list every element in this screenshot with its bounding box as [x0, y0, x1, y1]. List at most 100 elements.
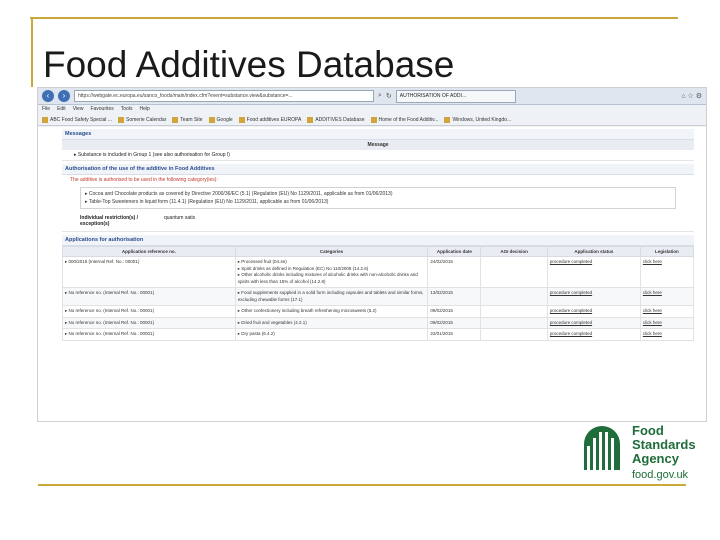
category-item: ▸ Dry pasta (6.4.2): [237, 331, 275, 336]
favourite-link[interactable]: Google: [208, 114, 233, 125]
category-item: ▸ Other confectionery including breath r…: [237, 308, 377, 313]
categories-cell: ▸ Processed fruit (04.4e) ▸ Spirit drink…: [234, 256, 429, 288]
logo-url: food.gov.uk: [632, 469, 689, 481]
search-icon[interactable]: ⌕: [378, 92, 382, 100]
authorisation-title: Authorisation of the use of the additive…: [62, 164, 694, 175]
favourite-icon: [208, 116, 215, 123]
date-cell: 13/02/2015: [427, 287, 482, 306]
wheat-sheaf-icon: [584, 426, 620, 470]
reference-cell: ▸ No reference no. (Internal Ref. No.: 0…: [62, 305, 236, 318]
legislation-link[interactable]: click here: [639, 316, 695, 329]
favourite-icon: [172, 116, 179, 123]
message-row: ▸ Substance is included in Group 1 (see …: [62, 150, 694, 161]
date-cell: 22/01/2015: [427, 328, 482, 341]
legislation-link[interactable]: click here: [639, 305, 695, 318]
slide-top-rule: [30, 17, 678, 19]
legislation-link[interactable]: click here: [639, 287, 695, 306]
legislation-link[interactable]: click here: [639, 328, 695, 341]
status-link[interactable]: procedure completed: [546, 287, 641, 306]
date-cell: 09/02/2015: [427, 305, 482, 318]
menu-help[interactable]: Help: [139, 105, 149, 114]
browser-tab[interactable]: AUTHORISATION OF ADDI...: [395, 89, 516, 103]
menu-tools[interactable]: Tools: [121, 105, 133, 114]
agi-cell: [480, 316, 548, 329]
favourite-icon: [42, 116, 48, 123]
reference-cell: ▸ No reference no. (Internal Ref. No.: 0…: [62, 328, 236, 341]
table-row: ▸ 000/2015 (Internal Ref. No.: 00001) ▸ …: [62, 256, 695, 288]
favourite-link[interactable]: ABC Food Safety Special ...: [42, 114, 112, 125]
col-reference: Application reference no.: [62, 246, 236, 257]
favourite-link[interactable]: Team Site: [172, 114, 203, 125]
restrictions-row: Individual restriction(s) / exception(s)…: [62, 211, 694, 232]
applications-table: Application reference no. Categories App…: [62, 246, 695, 341]
categories-cell: ▸ Dry pasta (6.4.2): [234, 328, 429, 341]
table-row: ▸ No reference no. (Internal Ref. No.: 0…: [62, 328, 695, 341]
favourite-link[interactable]: Somerie Calendar: [117, 114, 166, 125]
legislation-link[interactable]: click here: [639, 256, 695, 288]
authorisation-panel: Authorisation of the use of the additive…: [62, 164, 694, 232]
authorisation-note: The additive is authorised to be used in…: [70, 177, 218, 183]
category-item[interactable]: ▸ Cocoa and Chocolate products as covere…: [85, 190, 671, 198]
col-legislation: Legislation: [639, 246, 695, 257]
favourite-link[interactable]: ADDITIVES Database: [307, 114, 365, 125]
agi-cell: [480, 328, 548, 341]
menu-view[interactable]: View: [73, 105, 84, 114]
col-categories: Categories: [234, 246, 429, 257]
col-agi-decision: AGI decision: [480, 246, 548, 257]
status-link[interactable]: procedure completed: [546, 316, 641, 329]
categories-cell: ▸ Food supplements supplied in a solid f…: [234, 287, 429, 306]
agi-cell: [480, 305, 548, 318]
category-item: ▸ Food supplements supplied in a solid f…: [237, 290, 424, 302]
reference-cell: ▸ No reference no. (Internal Ref. No.: 0…: [62, 287, 236, 306]
favourite-icon: [238, 116, 245, 123]
browser-screenshot: ‹ › https://webgate.ec.europa.eu/sanco_f…: [37, 87, 707, 422]
agi-cell: [480, 256, 548, 288]
window-controls-icon[interactable]: ⌂ ☆ ⚙: [681, 92, 702, 100]
categories-cell: ▸ Dried fruit and vegetables (4.2.1): [234, 316, 429, 329]
date-cell: 24/02/2015: [427, 256, 482, 288]
fsa-logo: Food Standards Agency food.gov.uk: [578, 420, 708, 484]
url-field[interactable]: https://webgate.ec.europa.eu/sanco_foods…: [74, 90, 374, 102]
slide-left-rule: [31, 17, 33, 87]
favourites-bar: ABC Food Safety Special ... Somerie Cale…: [38, 114, 706, 126]
favourite-link[interactable]: Windows, United Kingdo...: [444, 114, 511, 125]
status-link[interactable]: procedure completed: [546, 328, 641, 341]
table-row: ▸ No reference no. (Internal Ref. No.: 0…: [62, 316, 695, 329]
favourite-link[interactable]: Home of the Food Additiv...: [370, 114, 438, 125]
favourite-icon: [307, 116, 314, 123]
message-column-header: Message: [62, 140, 694, 150]
favourite-icon: [117, 116, 124, 123]
agi-cell: [480, 287, 548, 306]
applications-panel: Applications for authorisation Applicati…: [62, 235, 695, 341]
favourite-icon: [444, 116, 451, 123]
category-item[interactable]: ▸ Table-Top Sweeteners in liquid form (1…: [85, 198, 671, 206]
refresh-icon[interactable]: ↻: [386, 92, 392, 100]
reference-cell: ▸ No reference no. (Internal Ref. No.: 0…: [62, 316, 236, 329]
category-item: ▸ Other alcoholic drinks including mixtu…: [237, 272, 418, 284]
favourite-icon: [370, 116, 377, 123]
menu-bar: File Edit View Favourites Tools Help: [38, 105, 706, 114]
logo-wordmark: Food Standards Agency: [632, 423, 696, 466]
messages-panel: Messages Message ▸ Substance is included…: [62, 129, 694, 161]
status-link[interactable]: procedure completed: [546, 305, 641, 318]
menu-favourites[interactable]: Favourites: [90, 105, 113, 114]
table-row: ▸ No reference no. (Internal Ref. No.: 0…: [62, 287, 695, 306]
categories-cell: ▸ Other confectionery including breath r…: [234, 305, 429, 318]
menu-edit[interactable]: Edit: [57, 105, 66, 114]
date-cell: 09/02/2015: [427, 316, 482, 329]
restrictions-value: quantum satis: [164, 215, 196, 221]
reference-cell: ▸ 000/2015 (Internal Ref. No.: 00001): [62, 256, 236, 288]
menu-file[interactable]: File: [42, 105, 50, 114]
address-bar: ‹ › https://webgate.ec.europa.eu/sanco_f…: [38, 88, 706, 105]
forward-button-icon[interactable]: ›: [58, 90, 70, 102]
slide-bottom-rule: [38, 484, 686, 486]
table-row: ▸ No reference no. (Internal Ref. No.: 0…: [62, 305, 695, 318]
category-item: ▸ Dried fruit and vegetables (4.2.1): [237, 319, 307, 325]
applications-title: Applications for authorisation: [62, 235, 694, 246]
status-link[interactable]: procedure completed: [546, 256, 641, 288]
col-status: Application status: [546, 246, 641, 257]
col-date: Application date: [427, 246, 482, 257]
messages-title: Messages: [62, 129, 694, 140]
favourite-link[interactable]: Food additives EUROPA: [238, 114, 301, 125]
back-button-icon[interactable]: ‹: [42, 90, 54, 102]
